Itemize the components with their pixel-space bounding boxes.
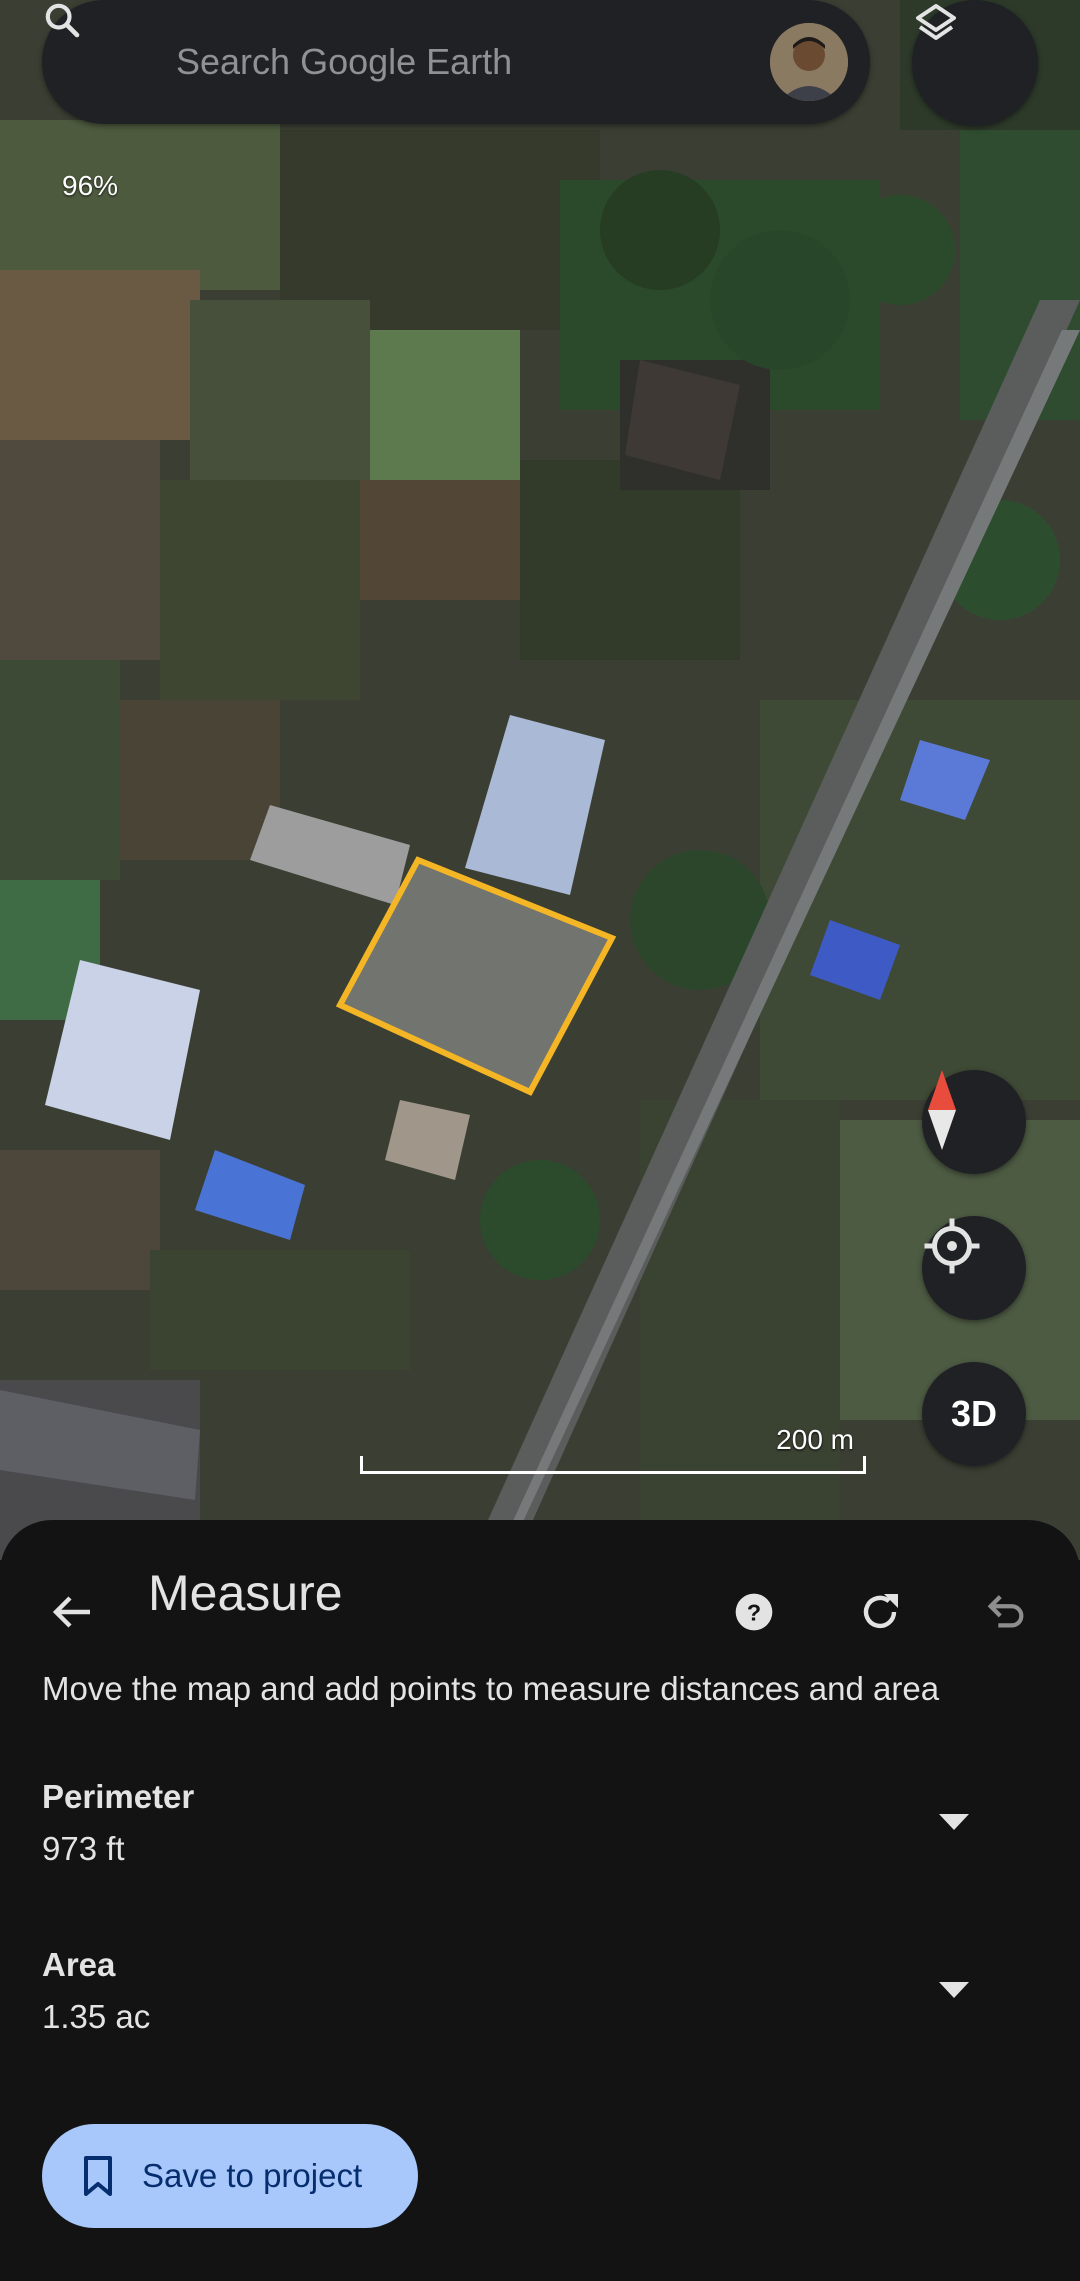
sheet-title: Measure: [148, 1565, 343, 1621]
back-button[interactable]: [36, 1578, 108, 1650]
search-icon[interactable]: [45, 3, 124, 82]
perimeter-row[interactable]: Perimeter 973 ft: [0, 1778, 1080, 1898]
area-value: 1.35 ac: [42, 1998, 151, 2035]
avatar[interactable]: [770, 23, 848, 101]
bookmark-icon: [78, 2156, 118, 2196]
reset-icon: [856, 1588, 904, 1641]
area-unit-dropdown[interactable]: [930, 1968, 978, 2016]
scale-label: 200 m: [776, 1424, 854, 1455]
my-location-button[interactable]: [922, 1216, 1026, 1320]
save-button-label: Save to project: [142, 2157, 363, 2194]
scale-bar: 200 m: [360, 1424, 868, 1474]
compass-button[interactable]: [922, 1070, 1026, 1174]
search-input[interactable]: Search Google Earth: [176, 41, 770, 83]
instructions-text: Move the map and add points to measure d…: [42, 1670, 940, 1707]
toggle-3d-button[interactable]: 3D: [922, 1362, 1026, 1466]
dropdown-arrow-icon: [939, 1981, 969, 2003]
satellite-imagery: [0, 0, 1080, 1560]
scale-line: [360, 1456, 866, 1474]
help-button[interactable]: ?: [718, 1578, 790, 1650]
zoom-readout: 96%: [62, 170, 119, 201]
measure-sheet: Measure ? Move the map and add points to…: [0, 1520, 1080, 2281]
perimeter-value: 973 ft: [42, 1830, 125, 1867]
search-bar[interactable]: Search Google Earth: [42, 0, 870, 124]
back-arrow-icon: [48, 1588, 96, 1641]
perimeter-label: Perimeter: [42, 1778, 195, 1815]
sheet-header: Measure ?: [0, 1520, 1080, 1670]
area-row[interactable]: Area 1.35 ac: [0, 1946, 1080, 2066]
area-label: Area: [42, 1946, 116, 1983]
satellite-map[interactable]: Search Google Earth 96% 3D 200 m: [0, 0, 1080, 1560]
layers-button[interactable]: [912, 0, 1038, 126]
dropdown-arrow-icon: [939, 1813, 969, 1835]
reset-button[interactable]: [844, 1578, 916, 1650]
undo-icon: [983, 1589, 1029, 1640]
help-icon: ?: [734, 1592, 774, 1637]
undo-button[interactable]: [970, 1578, 1042, 1650]
save-to-project-button[interactable]: Save to project: [42, 2124, 418, 2228]
app-root: Search Google Earth 96% 3D 200 m Measure…: [0, 0, 1080, 2281]
perimeter-unit-dropdown[interactable]: [930, 1800, 978, 1848]
toggle-3d-label: 3D: [950, 1393, 998, 1434]
svg-text:?: ?: [747, 1599, 761, 1625]
